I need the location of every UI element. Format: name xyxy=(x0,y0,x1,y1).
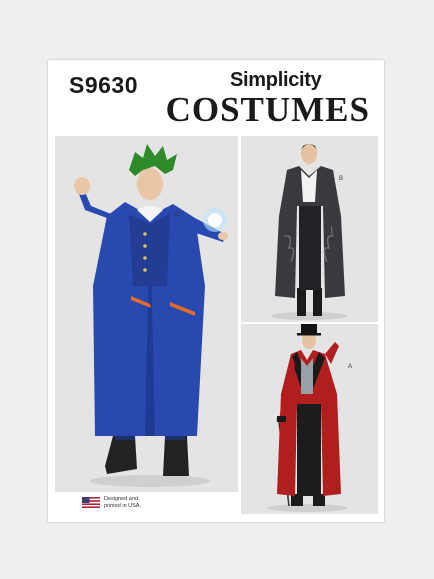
view-c-photo: C xyxy=(55,136,238,492)
view-b-label: B xyxy=(339,176,344,182)
view-a-photo: A xyxy=(241,324,378,514)
origin-text: Designed and printed in USA. xyxy=(104,496,174,509)
page: { "pattern": { "number": "S9630", "brand… xyxy=(0,0,434,579)
view-b-photo: B xyxy=(241,136,378,322)
pattern-envelope: S9630 Simplicity COSTUMES C B A Designed… xyxy=(48,60,384,522)
brand-logo: Simplicity xyxy=(230,69,322,91)
view-a-label: A xyxy=(348,364,353,370)
product-line-title: COSTUMES xyxy=(165,90,370,129)
view-c-label: C xyxy=(175,212,180,218)
usa-flag-icon xyxy=(82,497,100,508)
origin-line-2: printed in USA. xyxy=(104,502,141,509)
pattern-number: S9630 xyxy=(69,72,139,98)
